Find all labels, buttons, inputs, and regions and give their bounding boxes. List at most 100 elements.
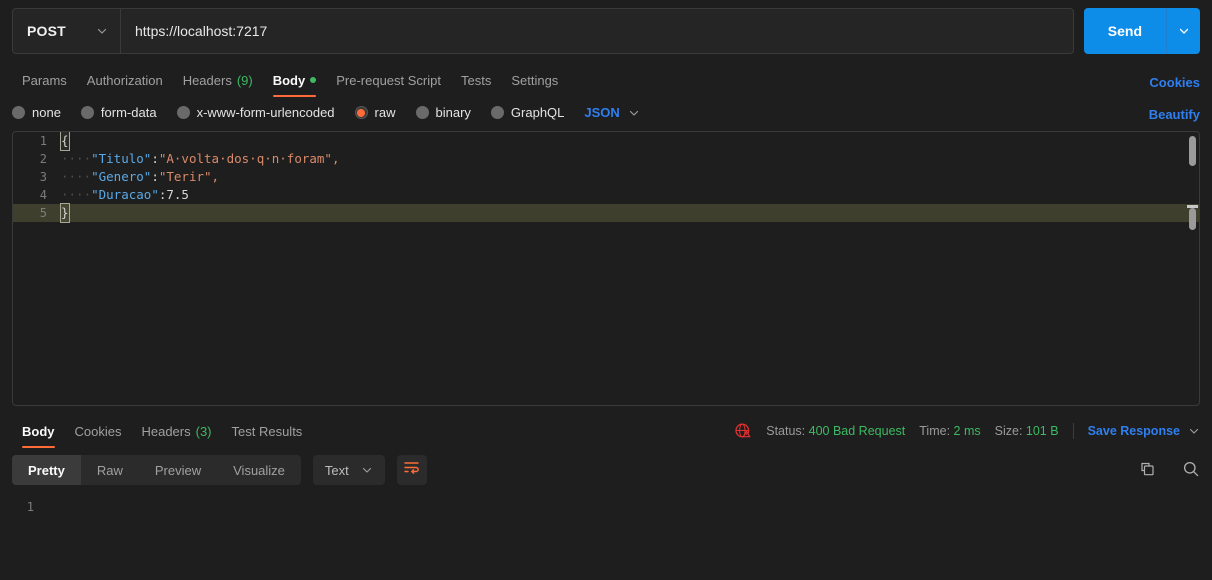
response-tab-cookies[interactable]: Cookies [65,414,132,448]
body-type-label: form-data [100,105,157,120]
radio-icon [80,106,94,119]
wrap-lines-button[interactable] [396,455,427,485]
body-type-x-www-form-urlencoded[interactable]: x-www-form-urlencoded [176,105,335,120]
code-line[interactable]: 1 { [13,132,1199,151]
body-type-raw[interactable]: raw [354,105,396,120]
chevron-down-icon [1178,25,1190,37]
http-method-select[interactable]: POST [13,9,121,53]
tab-label: Body [272,72,306,88]
response-toolbar: Pretty Raw Preview Visualize Text [0,448,1212,492]
line-number: 2 [39,152,47,166]
chevron-down-icon [96,25,108,37]
response-code-content: 1 [0,498,1212,516]
url-text-port: 7217 [236,23,268,39]
response-tab-test-results[interactable]: Test Results [222,414,313,448]
line-content: } [60,203,70,223]
response-tab-headers[interactable]: Headers (3) [131,414,221,448]
size-label: Size: [994,424,1023,438]
tab-pre-request-script[interactable]: Pre-request Script [326,63,451,97]
response-body-viewer[interactable]: 1 [0,492,1212,556]
send-button[interactable]: Send [1084,8,1166,54]
url-input[interactable]: https://localhost: 7217 [121,9,1073,53]
view-mode-raw[interactable]: Raw [81,455,139,485]
code-line[interactable]: 2 ····"Titulo":"A·volta·dos·q·n·foram", [13,150,1199,168]
divider [1072,423,1074,439]
send-button-group: Send [1083,8,1200,54]
chevron-down-icon [1188,425,1200,437]
line-number: 4 [39,188,47,202]
code-line[interactable]: 3 ····"Genero":"Terir", [13,168,1199,186]
line-content: { [60,132,70,151]
chevron-down-icon [628,107,640,119]
view-mode-visualize[interactable]: Visualize [217,455,301,485]
radio-icon [12,106,25,119]
line-number: 3 [39,170,47,184]
time-item: Time: 2 ms [919,424,980,438]
tab-label: Authorization [86,72,163,88]
beautify-link[interactable]: Beautify [1149,107,1200,122]
line-content: ····"Duracao":7.5 [61,186,189,204]
json-colon: : [151,169,159,184]
cookies-link[interactable]: Cookies [1149,75,1200,90]
body-type-row: none form-data x-www-form-urlencoded raw… [0,97,1212,129]
tab-label: Settings [511,72,559,88]
search-icon[interactable] [1182,460,1200,483]
json-comma: , [211,169,220,184]
tab-body[interactable]: Body [263,63,327,97]
response-format-label: Text [324,462,349,478]
raw-format-label: JSON [584,105,620,120]
json-value: "Terir" [158,169,212,184]
tab-label: Params [22,72,67,88]
line-content: ····"Genero":"Terir", [61,168,219,186]
tab-label: Body [22,423,55,439]
response-tabs: Body Cookies Headers (3) Test Results St… [0,412,1212,448]
copy-icon[interactable] [1139,461,1156,483]
body-modified-dot-icon [310,77,317,83]
response-format-select[interactable]: Text [312,455,385,485]
http-method-label: POST [27,23,66,39]
raw-format-select[interactable]: JSON [584,105,639,120]
method-url-group: POST https://localhost: 7217 [12,8,1074,54]
save-response-button[interactable]: Save Response [1088,424,1200,438]
view-mode-preview[interactable]: Preview [139,455,217,485]
view-mode-pretty[interactable]: Pretty [12,455,81,485]
certificate-warning-icon[interactable] [734,422,752,440]
code-line[interactable]: 4 ····"Duracao":7.5 [13,186,1199,204]
json-key: "Titulo" [91,151,152,166]
tab-count: (9) [236,72,253,88]
tab-authorization[interactable]: Authorization [77,63,173,97]
body-type-form-data[interactable]: form-data [80,105,157,120]
body-type-none[interactable]: none [12,105,61,120]
save-response-label: Save Response [1087,424,1180,438]
body-type-label: none [32,105,61,120]
status-item: Status: 400 Bad Request [766,424,905,438]
tab-tests[interactable]: Tests [451,63,501,97]
body-type-graphql[interactable]: GraphQL [490,105,564,120]
size-value: 101 B [1025,424,1059,438]
editor-horizontal-scrollbar[interactable] [1189,208,1196,230]
request-tabs: Params Authorization Headers (9) Body Pr… [0,63,1212,97]
status-value: 400 Bad Request [808,424,906,438]
url-text-prefix: https://localhost: [135,23,237,39]
tab-count: (3) [195,423,212,439]
tab-headers[interactable]: Headers (9) [173,63,263,97]
body-type-binary[interactable]: binary [415,105,471,120]
code-line-active[interactable]: 5 } [13,203,1199,223]
code-content[interactable]: 1 { 2 ····"Titulo":"A·volta·dos·q·n·fora… [13,132,1199,223]
response-tab-body[interactable]: Body [12,414,65,448]
radio-selected-icon [354,106,368,119]
tab-settings[interactable]: Settings [501,63,568,97]
request-body-editor[interactable]: 1 { 2 ····"Titulo":"A·volta·dos·q·n·fora… [12,131,1200,406]
tab-label: Pre-request Script [336,72,441,88]
response-view-modes: Pretty Raw Preview Visualize [12,455,301,485]
tab-params[interactable]: Params [12,63,77,97]
wrap-text-icon [403,460,420,480]
response-actions [1139,460,1200,483]
radio-icon [415,106,429,119]
size-item: Size: 101 B [995,424,1059,438]
tab-label: Cookies [74,423,122,439]
line-number: 5 [39,206,47,220]
body-type-label: x-www-form-urlencoded [196,105,335,120]
editor-vertical-scrollbar[interactable] [1189,136,1196,166]
send-options-caret[interactable] [1166,8,1200,54]
